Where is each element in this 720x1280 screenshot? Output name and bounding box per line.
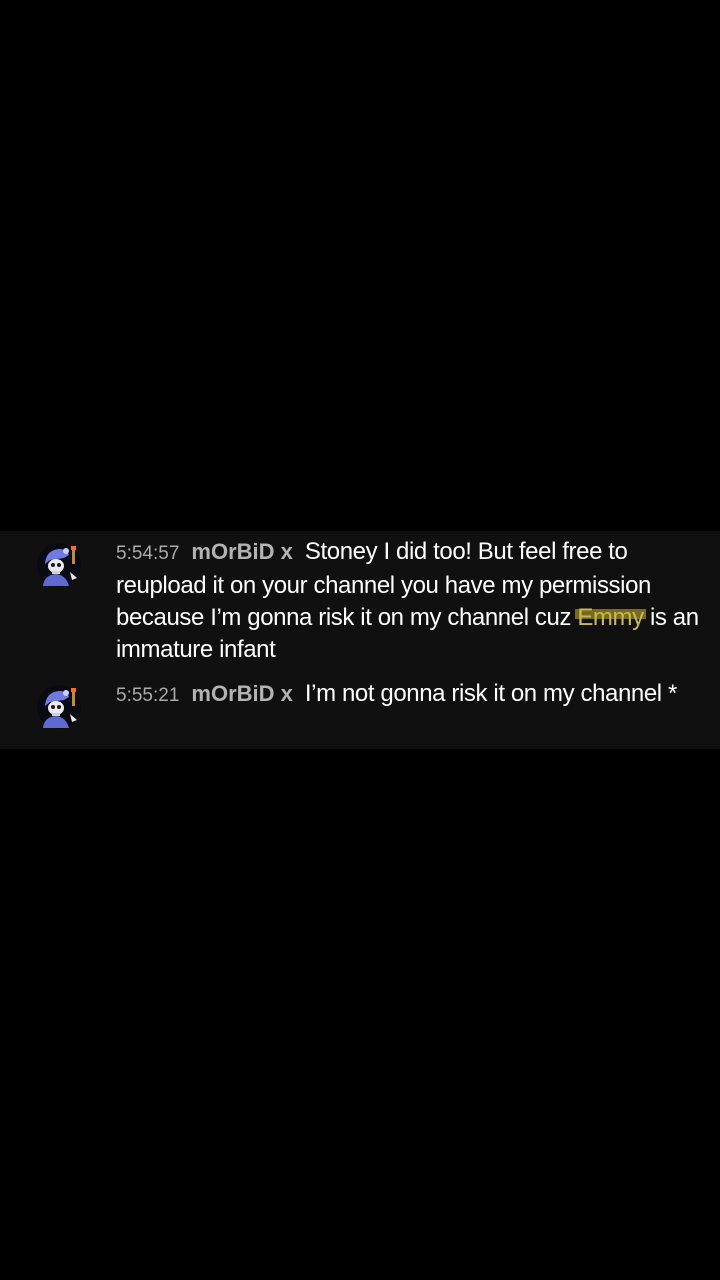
- author-name[interactable]: mOrBiD x: [191, 539, 292, 564]
- skeleton-avatar-icon: [37, 543, 81, 587]
- author-name[interactable]: mOrBiD x: [191, 681, 292, 706]
- message-timestamp: 5:55:21: [116, 685, 180, 706]
- avatar[interactable]: [36, 684, 82, 730]
- avatar[interactable]: [36, 542, 82, 588]
- message-timestamp: 5:54:57: [116, 543, 180, 564]
- redacted-word: Emmy: [575, 604, 646, 631]
- message-body: 5:55:21 mOrBiD x I’m not gonna risk it on …: [116, 678, 706, 712]
- message-body: 5:54:57 mOrBiD x Stoney I did too! But fee…: [116, 536, 706, 666]
- message-text: I’m not gonna risk it on my channel *: [304, 680, 677, 707]
- live-chat-panel: 5:54:57 mOrBiD x Stoney I did too! But fee…: [0, 531, 720, 749]
- skeleton-avatar-icon: [37, 685, 81, 729]
